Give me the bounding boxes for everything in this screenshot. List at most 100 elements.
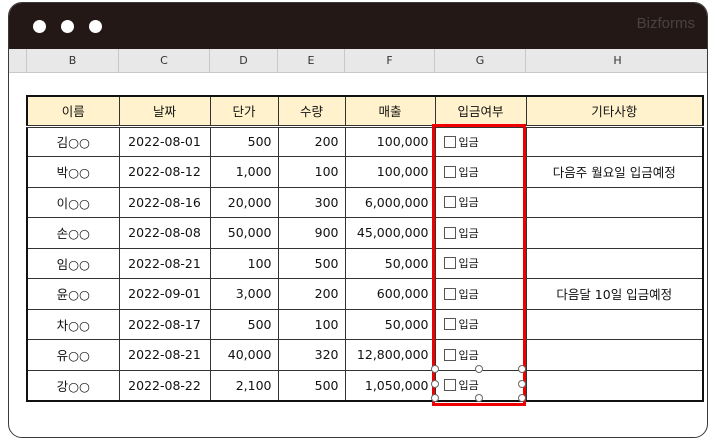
column-header-b[interactable]: B bbox=[26, 49, 118, 73]
paid-checkbox[interactable] bbox=[443, 348, 456, 361]
cell-date[interactable]: 2022-08-12 bbox=[118, 156, 211, 188]
header-qty: 수량 bbox=[277, 95, 346, 128]
column-header-h[interactable]: H bbox=[525, 49, 707, 73]
cell-price[interactable]: 500 bbox=[209, 308, 279, 340]
cell-paid[interactable]: 입금 bbox=[434, 186, 527, 218]
cell-price[interactable]: 1,000 bbox=[209, 156, 279, 188]
cell-name[interactable]: 유○○ bbox=[26, 339, 120, 371]
cell-name[interactable]: 박○○ bbox=[26, 156, 120, 188]
cell-note[interactable] bbox=[525, 186, 704, 218]
cell-qty[interactable]: 200 bbox=[277, 278, 346, 310]
column-header-g[interactable]: G bbox=[434, 49, 525, 73]
column-header-d[interactable]: D bbox=[209, 49, 277, 73]
cell-date[interactable]: 2022-08-17 bbox=[118, 308, 211, 340]
cell-price[interactable]: 50,000 bbox=[209, 217, 279, 249]
cell-name[interactable]: 김○○ bbox=[26, 125, 120, 157]
cell-price[interactable]: 3,000 bbox=[209, 278, 279, 310]
cell-price[interactable]: 100 bbox=[209, 247, 279, 279]
cell-date[interactable]: 2022-08-16 bbox=[118, 186, 211, 218]
cell-qty[interactable]: 100 bbox=[277, 308, 346, 340]
paid-checkbox[interactable] bbox=[443, 257, 456, 270]
cell-paid[interactable]: 입금 bbox=[434, 156, 527, 188]
cell-date[interactable]: 2022-08-21 bbox=[118, 339, 211, 371]
cell-note[interactable] bbox=[525, 125, 704, 157]
app-window: Bizforms B C D E F G H 이름 날짜 단가 수량 매출 입금… bbox=[8, 2, 708, 438]
header-name: 이름 bbox=[26, 95, 120, 128]
table-row: 김○○ 2022-08-01 500 200 100,000 입금 bbox=[26, 125, 704, 157]
cell-name[interactable]: 윤○○ bbox=[26, 278, 120, 310]
cell-paid[interactable]: 입금 bbox=[434, 278, 527, 310]
cell-name[interactable]: 차○○ bbox=[26, 308, 120, 340]
cell-qty[interactable]: 200 bbox=[277, 125, 346, 157]
cell-price[interactable]: 500 bbox=[209, 125, 279, 157]
cell-qty[interactable]: 320 bbox=[277, 339, 346, 371]
window-close-dot[interactable] bbox=[33, 20, 46, 33]
table-row: 차○○ 2022-08-17 500 100 50,000 입금 bbox=[26, 308, 704, 340]
checkbox-label: 입금 bbox=[458, 348, 479, 362]
window-maximize-dot[interactable] bbox=[89, 20, 102, 33]
cell-date[interactable]: 2022-08-01 bbox=[118, 125, 211, 157]
cell-note[interactable] bbox=[525, 339, 704, 371]
table-row: 강○○ 2022-08-22 2,100 500 1,050,000 입금 bbox=[26, 369, 704, 401]
cell-paid[interactable]: 입금 bbox=[434, 247, 527, 279]
column-header-c[interactable]: C bbox=[118, 49, 209, 73]
column-header-e[interactable]: E bbox=[277, 49, 344, 73]
cell-price[interactable]: 20,000 bbox=[209, 186, 279, 218]
cell-sales[interactable]: 1,050,000 bbox=[344, 369, 436, 401]
cell-name[interactable]: 강○○ bbox=[26, 369, 120, 401]
cell-date[interactable]: 2022-08-21 bbox=[118, 247, 211, 279]
paid-checkbox[interactable] bbox=[443, 318, 456, 331]
title-bar: Bizforms bbox=[9, 3, 707, 49]
cell-paid[interactable]: 입금 bbox=[434, 125, 527, 157]
paid-checkbox[interactable] bbox=[443, 135, 456, 148]
cell-sales[interactable]: 600,000 bbox=[344, 278, 436, 310]
paid-checkbox[interactable] bbox=[443, 226, 456, 239]
header-sales: 매출 bbox=[344, 95, 436, 128]
paid-checkbox[interactable] bbox=[443, 196, 456, 209]
cell-sales[interactable]: 50,000 bbox=[344, 247, 436, 279]
cell-price[interactable]: 40,000 bbox=[209, 339, 279, 371]
cell-name[interactable]: 이○○ bbox=[26, 186, 120, 218]
paid-checkbox[interactable] bbox=[443, 287, 456, 300]
window-minimize-dot[interactable] bbox=[61, 20, 74, 33]
cell-date[interactable]: 2022-09-01 bbox=[118, 278, 211, 310]
cell-sales[interactable]: 45,000,000 bbox=[344, 217, 436, 249]
table-row: 손○○ 2022-08-08 50,000 900 45,000,000 입금 bbox=[26, 217, 704, 249]
cell-sales[interactable]: 100,000 bbox=[344, 125, 436, 157]
checkbox-label: 입금 bbox=[458, 257, 479, 271]
cell-date[interactable]: 2022-08-08 bbox=[118, 217, 211, 249]
paid-checkbox[interactable] bbox=[443, 165, 456, 178]
checkbox-label: 입금 bbox=[458, 196, 479, 210]
cell-qty[interactable]: 900 bbox=[277, 217, 346, 249]
cell-note[interactable]: 다음달 10일 입금예정 bbox=[525, 278, 704, 310]
cell-qty[interactable]: 300 bbox=[277, 186, 346, 218]
cell-paid[interactable]: 입금 bbox=[434, 217, 527, 249]
cell-sales[interactable]: 50,000 bbox=[344, 308, 436, 340]
cell-note[interactable]: 다음주 월요일 입금예정 bbox=[525, 156, 704, 188]
brand-logo: Bizforms bbox=[636, 15, 695, 32]
cell-note[interactable] bbox=[525, 369, 704, 401]
table-row: 이○○ 2022-08-16 20,000 300 6,000,000 입금 bbox=[26, 186, 704, 218]
cell-sales[interactable]: 6,000,000 bbox=[344, 186, 436, 218]
cell-note[interactable] bbox=[525, 247, 704, 279]
cell-note[interactable] bbox=[525, 308, 704, 340]
checkbox-label: 입금 bbox=[458, 226, 479, 240]
cell-paid[interactable]: 입금 bbox=[434, 308, 527, 340]
table-row: 임○○ 2022-08-21 100 500 50,000 입금 bbox=[26, 247, 704, 279]
header-price: 단가 bbox=[209, 95, 279, 128]
checkbox-label: 입금 bbox=[458, 318, 479, 332]
cell-qty[interactable]: 500 bbox=[277, 247, 346, 279]
column-header-f[interactable]: F bbox=[344, 49, 434, 73]
cell-name[interactable]: 임○○ bbox=[26, 247, 120, 279]
cell-note[interactable] bbox=[525, 217, 704, 249]
cell-price[interactable]: 2,100 bbox=[209, 369, 279, 401]
cell-qty[interactable]: 500 bbox=[277, 369, 346, 401]
cell-qty[interactable]: 100 bbox=[277, 156, 346, 188]
paid-checkbox[interactable] bbox=[443, 379, 456, 391]
cell-sales[interactable]: 12,800,000 bbox=[344, 339, 436, 371]
cell-name[interactable]: 손○○ bbox=[26, 217, 120, 249]
cell-sales[interactable]: 100,000 bbox=[344, 156, 436, 188]
cell-date[interactable]: 2022-08-22 bbox=[118, 369, 211, 401]
checkbox-label: 입금 bbox=[458, 287, 479, 301]
checkbox-label: 입금 bbox=[458, 135, 479, 149]
